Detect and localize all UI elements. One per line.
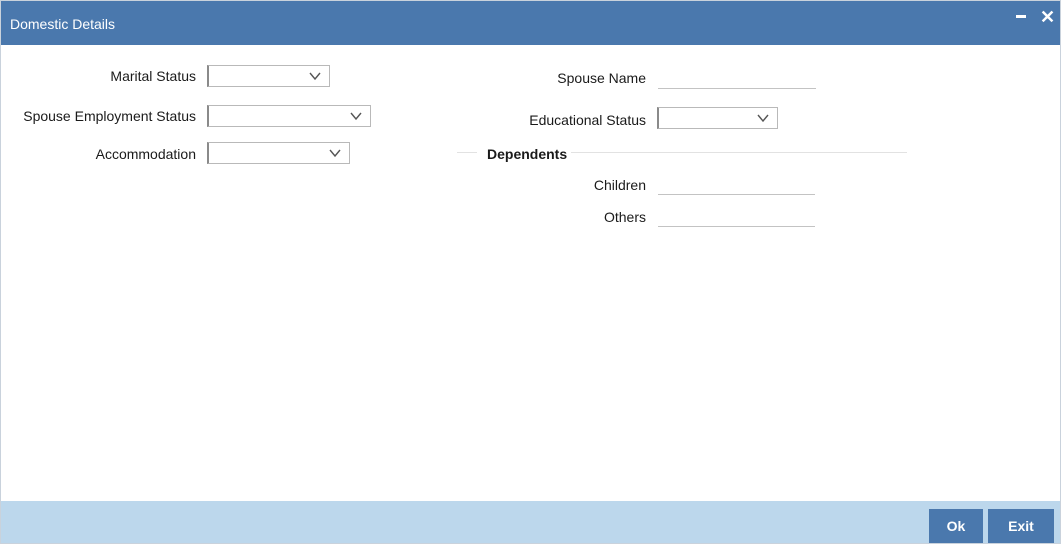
children-label: Children (593, 177, 646, 193)
marital-status-label: Marital Status (110, 68, 196, 84)
footer-bar (1, 501, 1060, 543)
spouse-name-label: Spouse Name (557, 70, 646, 86)
others-label: Others (603, 209, 646, 225)
window-title: Domestic Details (10, 16, 116, 32)
accommodation-select[interactable] (207, 142, 350, 164)
educational-status-select[interactable] (657, 107, 778, 129)
domestic-details-window: Domestic Details ✕ Marital Status Spouse… (0, 0, 1061, 544)
spouse-name-input[interactable] (658, 67, 816, 89)
title-bar: Domestic Details ✕ (1, 1, 1060, 45)
chevron-down-icon (757, 114, 769, 123)
dependents-heading: Dependents (487, 146, 568, 162)
accommodation-label: Accommodation (95, 146, 196, 162)
educational-status-label: Educational Status (529, 112, 646, 128)
section-divider (571, 152, 907, 153)
ok-button[interactable]: Ok (929, 509, 983, 543)
close-icon[interactable]: ✕ (1040, 8, 1055, 26)
chevron-down-icon (309, 72, 321, 81)
exit-button[interactable]: Exit (988, 509, 1054, 543)
children-input[interactable] (658, 173, 815, 195)
marital-status-select[interactable] (207, 65, 330, 87)
chevron-down-icon (329, 149, 341, 158)
minimize-icon[interactable] (1016, 15, 1026, 18)
chevron-down-icon (350, 112, 362, 121)
others-input[interactable] (658, 205, 815, 227)
section-divider-left (457, 152, 477, 153)
spouse-employment-status-label: Spouse Employment Status (23, 108, 196, 124)
spouse-employment-status-select[interactable] (207, 105, 371, 127)
